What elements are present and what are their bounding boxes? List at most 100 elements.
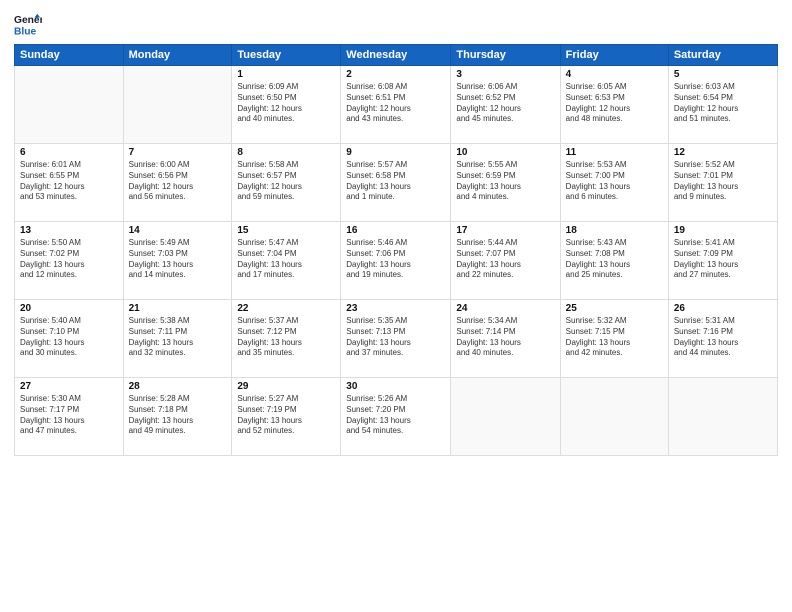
calendar-day-cell: 18 Sunrise: 5:43 AMSunset: 7:08 PMDayligh… — [560, 222, 668, 300]
calendar-day-cell: 17Sunrise: 5:44 AMSunset: 7:07 PMDayligh… — [451, 222, 560, 300]
calendar-day-cell: 10Sunrise: 5:55 AMSunset: 6:59 PMDayligh… — [451, 144, 560, 222]
calendar-day-cell: 6 Sunrise: 6:01 AMSunset: 6:55 PMDaylight… — [15, 144, 124, 222]
calendar-day-cell: 3 Sunrise: 6:06 AMSunset: 6:52 PMDaylight… — [451, 66, 560, 144]
day-info: Sunrise: 5:55 AMSunset: 6:59 PMDaylight:… — [456, 160, 554, 203]
calendar-day-cell: 19 Sunrise: 5:41 AMSunset: 7:09 PMDayligh… — [668, 222, 777, 300]
calendar-day-cell: 2 Sunrise: 6:08 AMSunset: 6:51 PMDaylight… — [341, 66, 451, 144]
day-number: 21 — [129, 303, 227, 314]
calendar-day-cell: 7 Sunrise: 6:00 AMSunset: 6:56 PMDaylight… — [123, 144, 232, 222]
day-number: 11 — [566, 147, 663, 158]
day-number: 9 — [346, 147, 445, 158]
calendar-empty-cell — [123, 66, 232, 144]
day-number: 12 — [674, 147, 772, 158]
day-number: 30 — [346, 381, 445, 392]
day-number: 2 — [346, 69, 445, 80]
logo: General Blue — [14, 10, 42, 38]
calendar-day-cell: 24Sunrise: 5:34 AMSunset: 7:14 PMDayligh… — [451, 300, 560, 378]
day-info: Sunrise: 5:46 AMSunset: 7:06 PMDaylight:… — [346, 238, 445, 281]
calendar-empty-cell — [451, 378, 560, 456]
day-number: 8 — [237, 147, 335, 158]
page: General Blue SundayMondayTuesdayWednesda… — [0, 0, 792, 612]
day-info: Sunrise: 6:05 AMSunset: 6:53 PMDaylight:… — [566, 82, 663, 125]
calendar-day-cell: 30 Sunrise: 5:26 AMSunset: 7:20 PMDayligh… — [341, 378, 451, 456]
day-number: 16 — [346, 225, 445, 236]
day-header-tuesday: Tuesday — [232, 45, 341, 66]
day-number: 3 — [456, 69, 554, 80]
logo-icon: General Blue — [14, 10, 42, 38]
day-info: Sunrise: 6:03 AMSunset: 6:54 PMDaylight:… — [674, 82, 772, 125]
day-number: 29 — [237, 381, 335, 392]
calendar-day-cell: 22 Sunrise: 5:37 AMSunset: 7:12 PMDayligh… — [232, 300, 341, 378]
day-info: Sunrise: 5:40 AMSunset: 7:10 PMDaylight:… — [20, 316, 118, 359]
calendar-week-row: 1Sunrise: 6:09 AMSunset: 6:50 PMDaylight… — [15, 66, 778, 144]
day-number: 22 — [237, 303, 335, 314]
calendar-empty-cell — [560, 378, 668, 456]
day-info: Sunrise: 6:09 AMSunset: 6:50 PMDaylight:… — [237, 82, 335, 125]
day-info: Sunrise: 5:53 AMSunset: 7:00 PMDaylight:… — [566, 160, 663, 203]
calendar-empty-cell — [15, 66, 124, 144]
calendar-empty-cell — [668, 378, 777, 456]
calendar-day-cell: 27 Sunrise: 5:30 AMSunset: 7:17 PMDayligh… — [15, 378, 124, 456]
day-info: Sunrise: 5:43 AMSunset: 7:08 PMDaylight:… — [566, 238, 663, 281]
calendar-day-cell: 9 Sunrise: 5:57 AMSunset: 6:58 PMDaylight… — [341, 144, 451, 222]
day-info: Sunrise: 5:26 AMSunset: 7:20 PMDaylight:… — [346, 394, 445, 437]
day-info: Sunrise: 5:47 AMSunset: 7:04 PMDaylight:… — [237, 238, 335, 281]
day-number: 17 — [456, 225, 554, 236]
calendar-day-cell: 8 Sunrise: 5:58 AMSunset: 6:57 PMDaylight… — [232, 144, 341, 222]
day-number: 18 — [566, 225, 663, 236]
calendar-day-cell: 25Sunrise: 5:32 AMSunset: 7:15 PMDayligh… — [560, 300, 668, 378]
calendar-day-cell: 4 Sunrise: 6:05 AMSunset: 6:53 PMDaylight… — [560, 66, 668, 144]
day-info: Sunrise: 5:28 AMSunset: 7:18 PMDaylight:… — [129, 394, 227, 437]
calendar-header-row: SundayMondayTuesdayWednesdayThursdayFrid… — [15, 45, 778, 66]
day-number: 4 — [566, 69, 663, 80]
day-info: Sunrise: 5:30 AMSunset: 7:17 PMDaylight:… — [20, 394, 118, 437]
calendar-day-cell: 15 Sunrise: 5:47 AMSunset: 7:04 PMDayligh… — [232, 222, 341, 300]
calendar-week-row: 20Sunrise: 5:40 AMSunset: 7:10 PMDayligh… — [15, 300, 778, 378]
day-info: Sunrise: 6:01 AMSunset: 6:55 PMDaylight:… — [20, 160, 118, 203]
day-info: Sunrise: 5:58 AMSunset: 6:57 PMDaylight:… — [237, 160, 335, 203]
calendar-day-cell: 5 Sunrise: 6:03 AMSunset: 6:54 PMDaylight… — [668, 66, 777, 144]
day-info: Sunrise: 5:35 AMSunset: 7:13 PMDaylight:… — [346, 316, 445, 359]
calendar-day-cell: 26 Sunrise: 5:31 AMSunset: 7:16 PMDayligh… — [668, 300, 777, 378]
day-info: Sunrise: 5:32 AMSunset: 7:15 PMDaylight:… — [566, 316, 663, 359]
day-number: 7 — [129, 147, 227, 158]
day-info: Sunrise: 5:37 AMSunset: 7:12 PMDaylight:… — [237, 316, 335, 359]
day-info: Sunrise: 6:08 AMSunset: 6:51 PMDaylight:… — [346, 82, 445, 125]
day-info: Sunrise: 5:49 AMSunset: 7:03 PMDaylight:… — [129, 238, 227, 281]
day-info: Sunrise: 5:57 AMSunset: 6:58 PMDaylight:… — [346, 160, 445, 203]
day-info: Sunrise: 5:31 AMSunset: 7:16 PMDaylight:… — [674, 316, 772, 359]
calendar-day-cell: 1Sunrise: 6:09 AMSunset: 6:50 PMDaylight… — [232, 66, 341, 144]
header: General Blue — [14, 10, 778, 38]
calendar-day-cell: 11 Sunrise: 5:53 AMSunset: 7:00 PMDayligh… — [560, 144, 668, 222]
day-info: Sunrise: 5:38 AMSunset: 7:11 PMDaylight:… — [129, 316, 227, 359]
day-info: Sunrise: 5:50 AMSunset: 7:02 PMDaylight:… — [20, 238, 118, 281]
calendar-day-cell: 12 Sunrise: 5:52 AMSunset: 7:01 PMDayligh… — [668, 144, 777, 222]
day-number: 26 — [674, 303, 772, 314]
day-header-monday: Monday — [123, 45, 232, 66]
svg-text:Blue: Blue — [14, 26, 37, 37]
day-number: 5 — [674, 69, 772, 80]
calendar-day-cell: 20Sunrise: 5:40 AMSunset: 7:10 PMDayligh… — [15, 300, 124, 378]
calendar-day-cell: 29 Sunrise: 5:27 AMSunset: 7:19 PMDayligh… — [232, 378, 341, 456]
calendar-week-row: 27 Sunrise: 5:30 AMSunset: 7:17 PMDayligh… — [15, 378, 778, 456]
day-info: Sunrise: 5:52 AMSunset: 7:01 PMDaylight:… — [674, 160, 772, 203]
day-info: Sunrise: 6:06 AMSunset: 6:52 PMDaylight:… — [456, 82, 554, 125]
calendar-day-cell: 13 Sunrise: 5:50 AMSunset: 7:02 PMDayligh… — [15, 222, 124, 300]
day-number: 28 — [129, 381, 227, 392]
calendar-day-cell: 28 Sunrise: 5:28 AMSunset: 7:18 PMDayligh… — [123, 378, 232, 456]
day-number: 6 — [20, 147, 118, 158]
calendar-table: SundayMondayTuesdayWednesdayThursdayFrid… — [14, 44, 778, 456]
day-number: 27 — [20, 381, 118, 392]
day-info: Sunrise: 5:27 AMSunset: 7:19 PMDaylight:… — [237, 394, 335, 437]
day-number: 15 — [237, 225, 335, 236]
day-number: 19 — [674, 225, 772, 236]
calendar-week-row: 13 Sunrise: 5:50 AMSunset: 7:02 PMDayligh… — [15, 222, 778, 300]
day-header-saturday: Saturday — [668, 45, 777, 66]
day-info: Sunrise: 6:00 AMSunset: 6:56 PMDaylight:… — [129, 160, 227, 203]
calendar-day-cell: 23Sunrise: 5:35 AMSunset: 7:13 PMDayligh… — [341, 300, 451, 378]
calendar-week-row: 6 Sunrise: 6:01 AMSunset: 6:55 PMDaylight… — [15, 144, 778, 222]
day-info: Sunrise: 5:41 AMSunset: 7:09 PMDaylight:… — [674, 238, 772, 281]
day-header-sunday: Sunday — [15, 45, 124, 66]
day-number: 13 — [20, 225, 118, 236]
calendar-day-cell: 16 Sunrise: 5:46 AMSunset: 7:06 PMDayligh… — [341, 222, 451, 300]
